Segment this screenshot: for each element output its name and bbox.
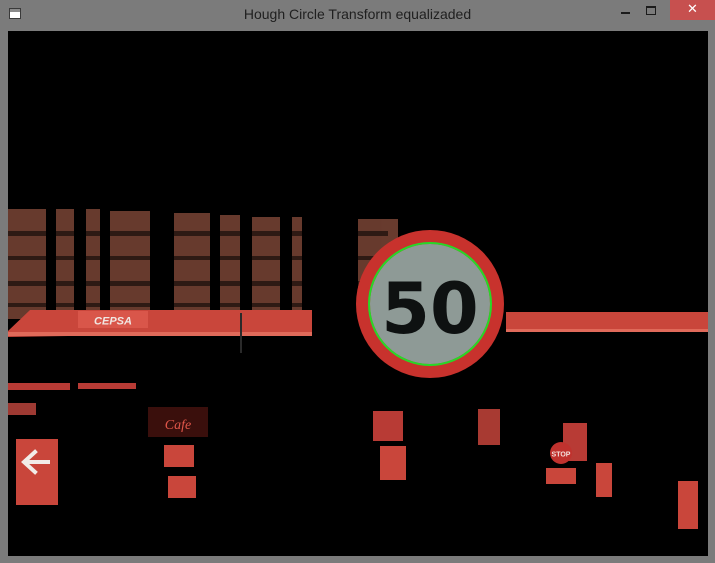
app-window: Hough Circle Transform equalizaded ✕ CEP… — [0, 0, 715, 563]
left-arrow-sign — [16, 439, 58, 505]
title-bar[interactable]: Hough Circle Transform equalizaded ✕ — [0, 0, 715, 30]
gas-brand-text: CEPSA — [94, 316, 132, 328]
maximize-button[interactable] — [640, 0, 668, 20]
image-canvas: CEPSA Cafe STOP 50 — [8, 31, 708, 556]
speed-limit-text: 50 — [381, 268, 478, 350]
cafe-sign-text: Cafe — [165, 418, 191, 433]
stop-sign-text: STOP — [552, 452, 571, 459]
close-button[interactable]: ✕ — [670, 0, 715, 20]
equalized-image: CEPSA Cafe STOP 50 — [8, 31, 708, 556]
minimize-button[interactable] — [612, 0, 640, 20]
speed-limit-sign: 50 — [356, 230, 504, 378]
window-title: Hough Circle Transform equalizaded — [243, 6, 472, 22]
